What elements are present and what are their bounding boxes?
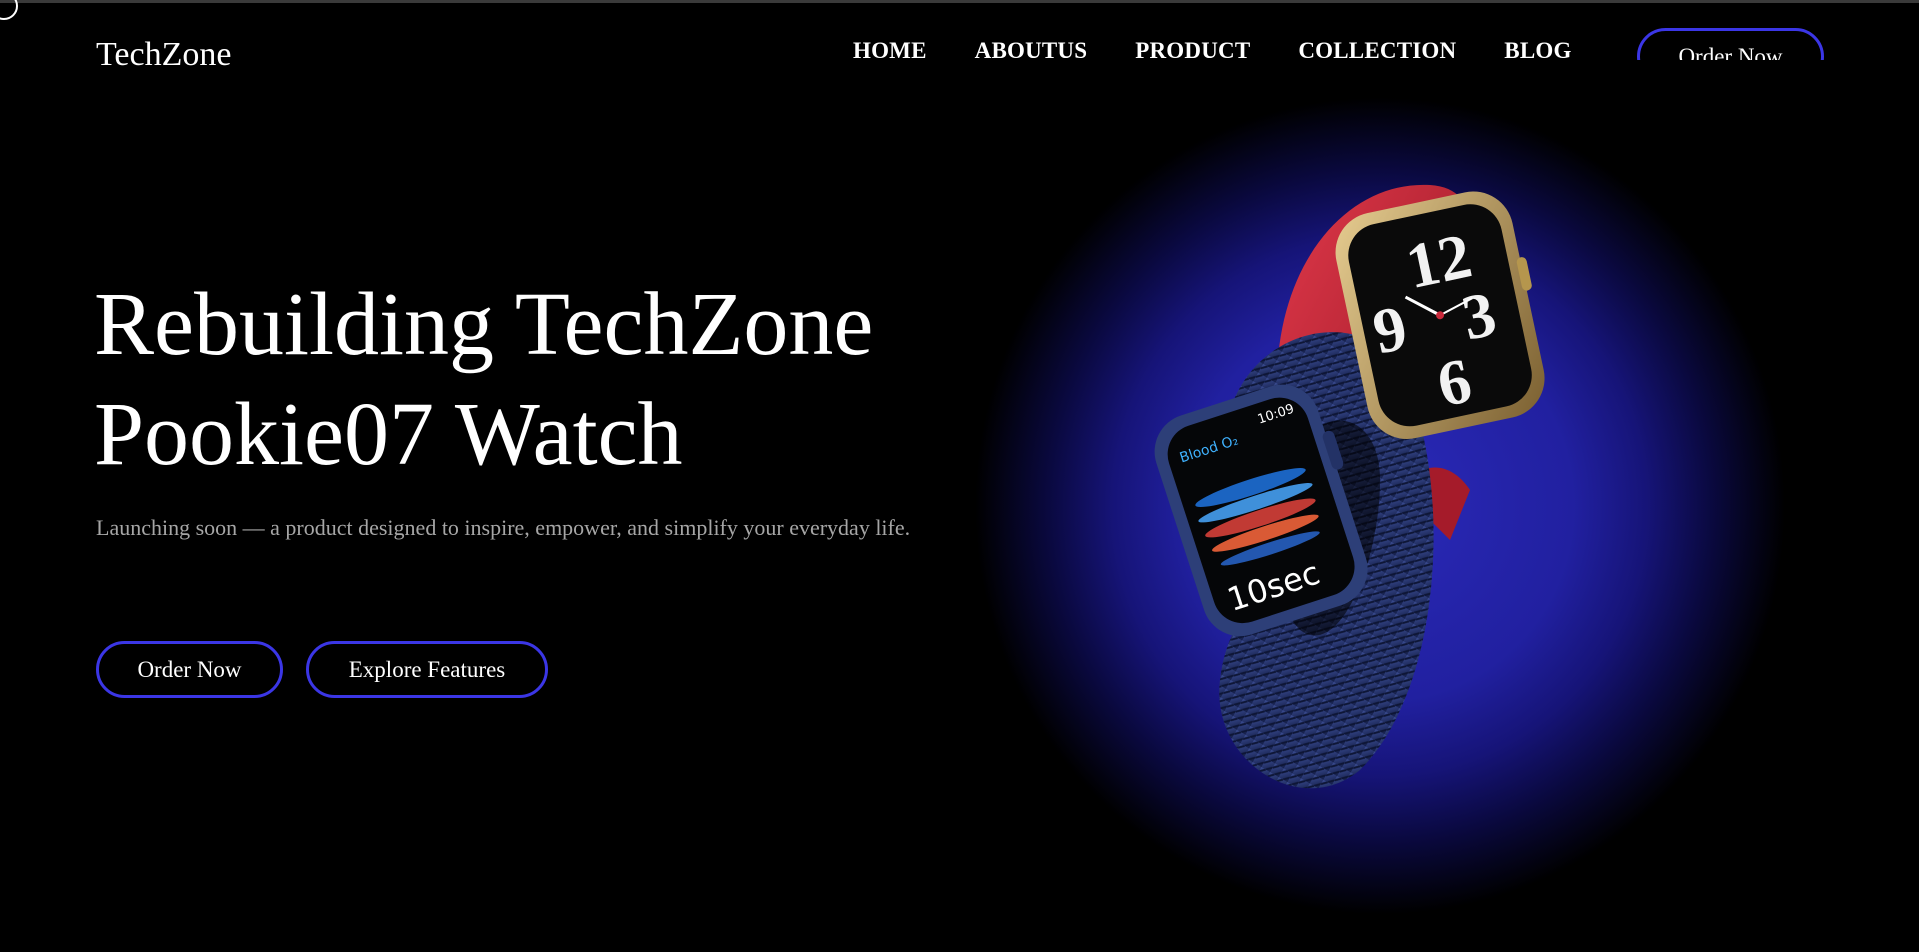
watch-product-image: 12 9 6 3 Blood O₂ 10:09 10sec xyxy=(1154,184,1545,789)
hero-title-line-1: Rebuilding TechZone xyxy=(94,275,874,374)
hero-title-line-2: Pookie07 Watch xyxy=(94,385,683,484)
explore-features-button[interactable]: Explore Features xyxy=(306,641,548,698)
hero-subtitle: Launching soon — a product designed to i… xyxy=(96,515,911,540)
hero-title: Rebuilding TechZone Pookie07 Watch xyxy=(94,270,873,490)
hero-order-now-button[interactable]: Order Now xyxy=(96,641,283,698)
brand-logo[interactable]: TechZone xyxy=(96,36,231,74)
